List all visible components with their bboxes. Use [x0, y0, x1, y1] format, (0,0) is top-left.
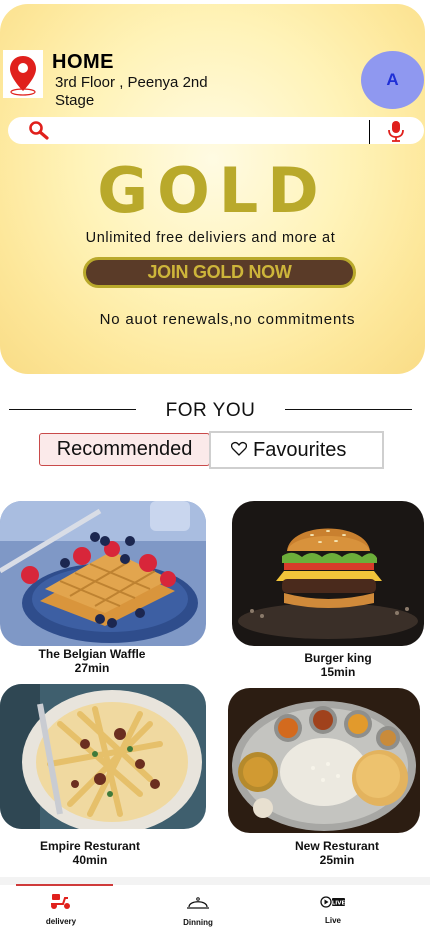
gold-footnote: No auot renewals,no commitments: [99, 311, 356, 328]
location-pin-icon[interactable]: [3, 50, 43, 98]
nav-item-delivery[interactable]: delivery: [21, 892, 101, 926]
section-divider-right: [285, 409, 412, 410]
live-icon: LIVE: [320, 896, 346, 908]
location-title[interactable]: HOME: [52, 51, 114, 74]
location-address[interactable]: 3rd Floor , Peenya 2nd Stage: [55, 74, 235, 110]
restaurant-name: The Belgian Waffle: [38, 647, 146, 661]
gold-title: GOLD: [97, 154, 328, 227]
tab-recommended-label: Recommended: [56, 438, 193, 460]
restaurant-card-burger[interactable]: Burger king 15min: [278, 651, 398, 679]
restaurant-card-image-burger[interactable]: [232, 501, 424, 646]
nav-label: Dinning: [183, 918, 213, 927]
cloche-icon: [187, 897, 209, 909]
section-title: FOR YOU: [165, 400, 256, 421]
restaurant-card-empire[interactable]: Empire Resturant 40min: [20, 839, 160, 867]
nav-label: delivery: [45, 917, 77, 926]
svg-text:LIVE: LIVE: [332, 900, 346, 906]
restaurant-card-image-waffle[interactable]: [0, 501, 206, 646]
restaurant-name: Burger king: [304, 651, 372, 665]
restaurant-card-new[interactable]: New Resturant 25min: [277, 839, 397, 867]
restaurant-time: 15min: [320, 665, 356, 679]
nav-active-indicator: [16, 884, 113, 886]
gold-subtitle: Unlimited free deliviers and more at: [85, 230, 336, 246]
search-icon[interactable]: [28, 120, 50, 142]
restaurant-time: 25min: [319, 853, 355, 867]
restaurant-card-image-thali[interactable]: [228, 688, 420, 833]
search-divider: [369, 120, 370, 144]
heart-icon: [231, 441, 247, 456]
search-bar[interactable]: [8, 117, 424, 144]
avatar[interactable]: A: [361, 51, 424, 109]
tab-favourites-label: Favourites: [253, 438, 347, 461]
microphone-icon[interactable]: [386, 120, 406, 142]
nav-item-dinning[interactable]: Dinning: [158, 895, 238, 927]
search-input[interactable]: [60, 120, 360, 141]
restaurant-name: Empire Resturant: [39, 839, 141, 853]
avatar-initial: A: [386, 70, 399, 89]
nav-label: Live: [324, 916, 341, 925]
tab-recommended[interactable]: Recommended: [39, 433, 210, 466]
gold-banner: HOME 3rd Floor , Peenya 2nd Stage A GOLD…: [0, 4, 425, 374]
nav-item-live[interactable]: LIVE Live: [293, 895, 373, 925]
restaurant-time: 27min: [74, 661, 110, 675]
scooter-icon: [51, 894, 70, 909]
restaurant-card-image-fries[interactable]: [0, 684, 206, 829]
restaurant-time: 40min: [72, 853, 108, 867]
restaurant-name: New Resturant: [294, 839, 380, 853]
restaurant-card-waffle[interactable]: The Belgian Waffle 27min: [0, 647, 184, 675]
join-gold-button[interactable]: JOIN GOLD NOW: [83, 257, 356, 288]
tab-favourites[interactable]: Favourites: [209, 431, 384, 469]
section-divider-left: [9, 409, 136, 410]
